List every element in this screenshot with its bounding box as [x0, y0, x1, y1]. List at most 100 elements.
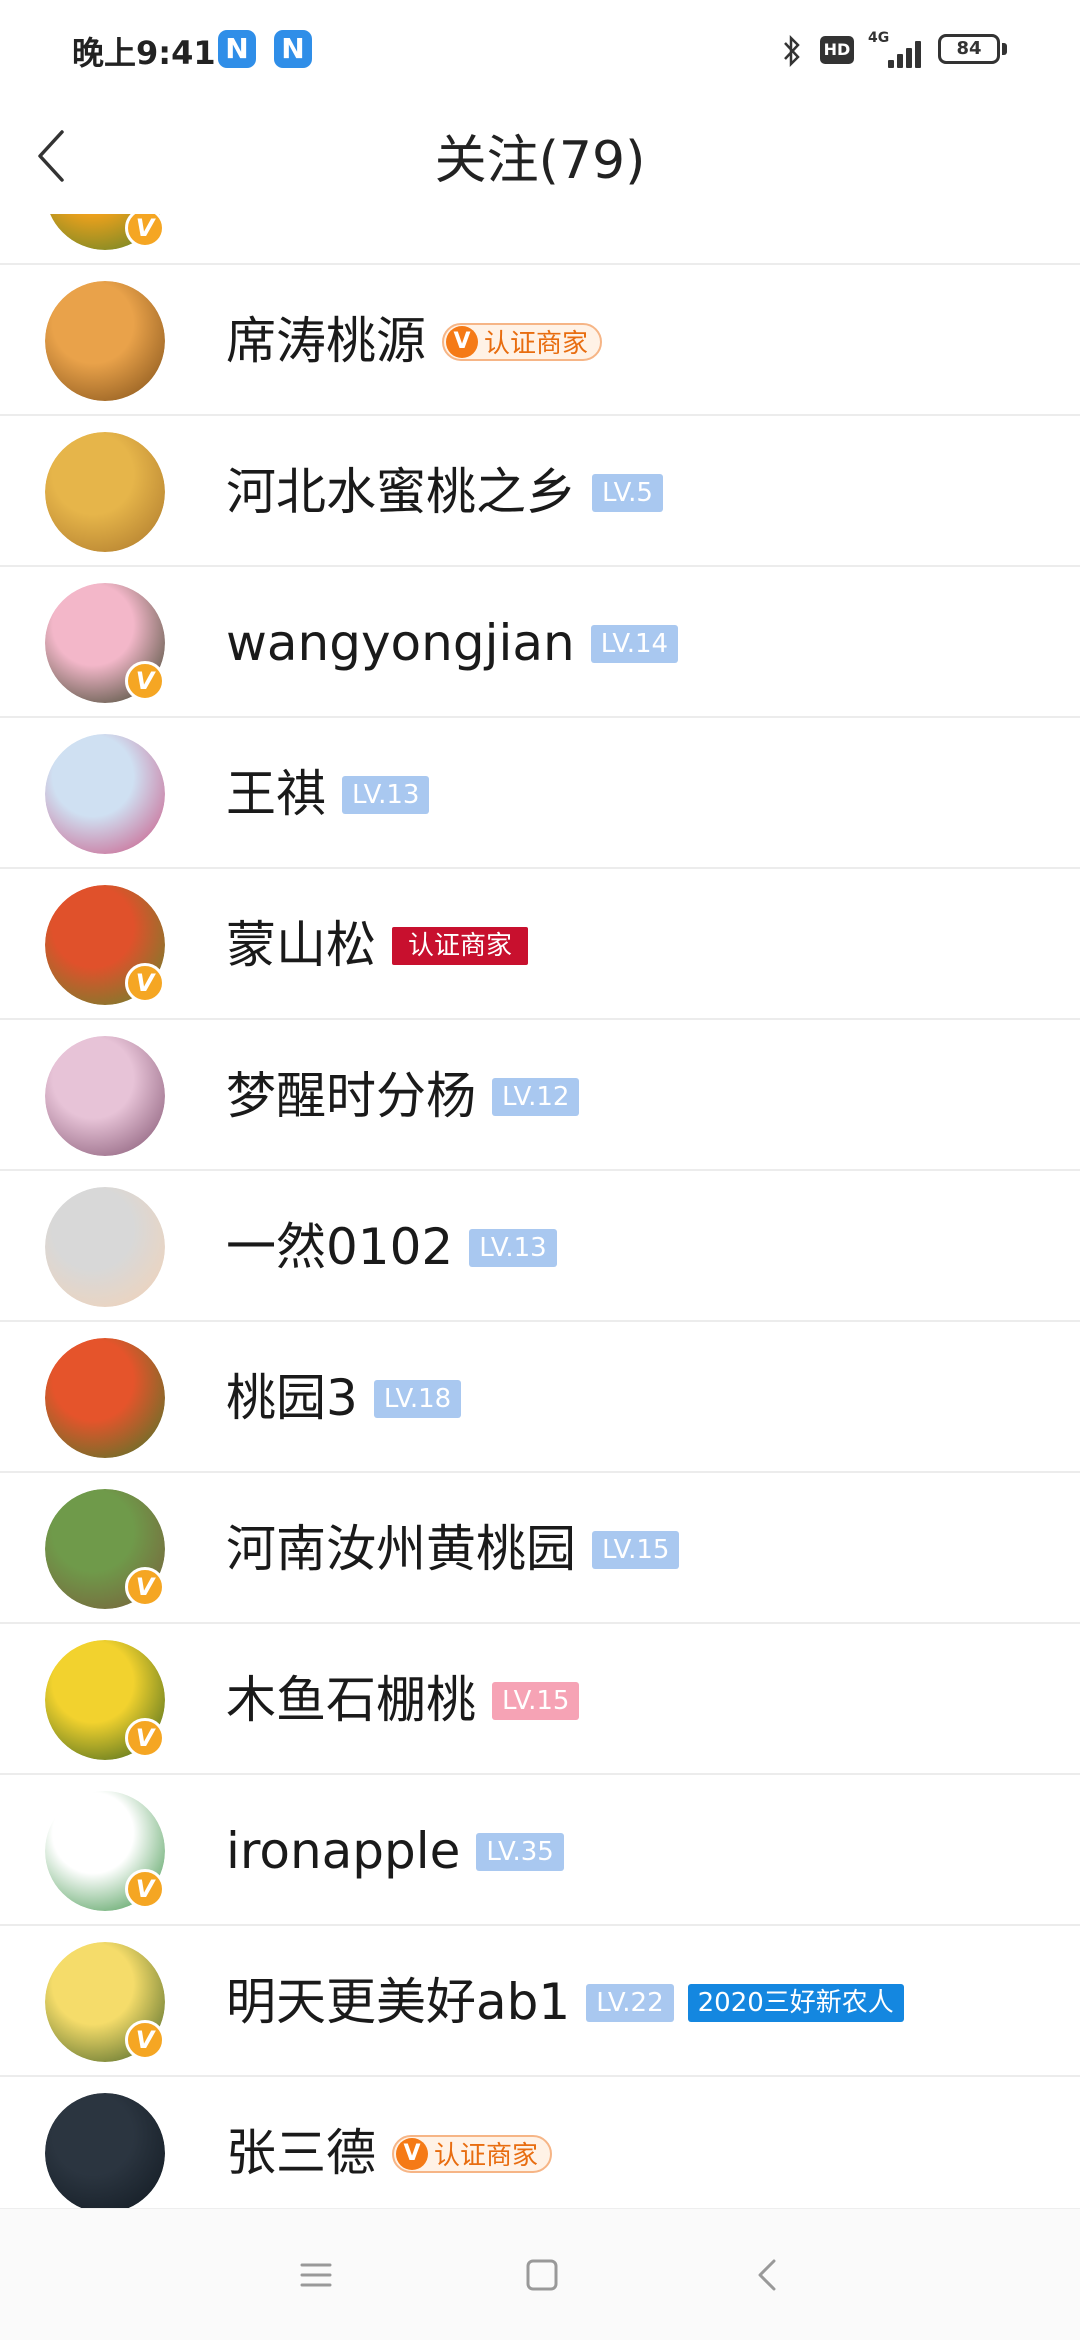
home-button[interactable]	[512, 2245, 572, 2305]
status-time: 晚上9:41	[72, 34, 216, 72]
user-tags: V 认证商家	[392, 2135, 566, 2175]
user-name: 明天更美好ab1	[226, 1973, 571, 2031]
signal-icon: 4G	[868, 30, 926, 70]
tag-label: 2020三好新农人	[697, 1988, 894, 2018]
status-bar: 晚上9:41 N N HD 4G 84	[0, 0, 1080, 96]
tag-label: LV.12	[502, 1082, 570, 1112]
level-badge: LV.22	[586, 1984, 674, 2022]
user-name: 桃园3	[226, 1369, 358, 1427]
user-name: 一然0102	[226, 1218, 454, 1276]
certified-merchant-badge: V 认证商家	[442, 323, 603, 361]
user-avatar[interactable]	[45, 1187, 165, 1307]
user-tags: LV.13	[469, 1229, 570, 1269]
certified-merchant-badge: V 认证商家	[392, 2135, 553, 2173]
tag-label: LV.15	[502, 1686, 570, 1716]
user-row[interactable]: 桃园3 LV.18	[0, 1322, 1080, 1473]
user-tags: LV.14	[590, 625, 692, 665]
user-name: 席涛桃源	[226, 312, 426, 370]
header: 关注(79)	[0, 96, 1080, 214]
user-tags: LV.15	[592, 1531, 693, 1571]
user-name: 河北水蜜桃之乡	[226, 463, 576, 521]
tag-label: LV.13	[352, 780, 420, 810]
tag-label: LV.14	[600, 629, 669, 659]
tag-label: LV.35	[486, 1837, 554, 1867]
user-name: 梦醒时分杨	[226, 1067, 476, 1125]
recent-apps-button[interactable]	[286, 2245, 346, 2305]
user-name: ironapple	[226, 1822, 461, 1880]
back-triangle-icon	[758, 2259, 776, 2291]
user-name: 闫震	[226, 214, 326, 220]
user-avatar[interactable]	[45, 2093, 165, 2213]
tag-label: LV.15	[602, 1535, 670, 1565]
tag-label: 认证商家	[434, 2141, 539, 2171]
user-avatar[interactable]	[45, 1036, 165, 1156]
bluetooth-icon	[784, 34, 800, 68]
user-tags: 认证商家	[392, 927, 542, 967]
user-row[interactable]: V 河南汝州黄桃园 LV.15	[0, 1473, 1080, 1624]
user-tags: LV.22 2020三好新农人	[586, 1984, 918, 2024]
user-name: wangyongjian	[226, 614, 575, 672]
user-name: 河南汝州黄桃园	[226, 1520, 576, 1578]
home-square-icon	[526, 2259, 558, 2291]
tag-label: LV.18	[383, 1384, 452, 1414]
user-row[interactable]: 一然0102 LV.13	[0, 1171, 1080, 1322]
user-row[interactable]: 王祺 LV.13	[0, 718, 1080, 869]
verified-badge-icon: V	[125, 661, 165, 701]
level-badge: LV.13	[469, 1229, 557, 1267]
user-name: 蒙山松	[226, 916, 376, 974]
tag-label: LV.13	[479, 1233, 547, 1263]
page-title: 关注(79)	[434, 131, 646, 191]
menu-icon	[300, 2263, 332, 2287]
user-row[interactable]: V闫震认证商家	[0, 214, 1080, 265]
award-badge: 2020三好新农人	[687, 1984, 904, 2022]
verified-v-icon: V	[446, 326, 478, 358]
level-badge: LV.14	[590, 625, 679, 663]
level-badge: LV.5	[592, 474, 663, 512]
user-row[interactable]: 梦醒时分杨 LV.12	[0, 1020, 1080, 1171]
verified-badge-icon: V	[125, 963, 165, 1003]
verified-badge-icon: V	[125, 1567, 165, 1607]
notification-app-icon: N	[274, 30, 312, 68]
system-back-button[interactable]	[738, 2245, 798, 2305]
user-row[interactable]: 席涛桃源 V 认证商家	[0, 265, 1080, 416]
user-tags: LV.18	[373, 1380, 475, 1420]
user-name: 木鱼石棚桃	[226, 1671, 476, 1729]
user-avatar[interactable]	[45, 432, 165, 552]
tag-label: LV.5	[602, 478, 653, 508]
tag-label: 认证商家	[484, 329, 589, 359]
verified-v-icon: V	[396, 2138, 428, 2170]
system-icons: HD 4G 84	[780, 30, 1020, 70]
level-badge: LV.15	[492, 1682, 580, 1720]
user-avatar[interactable]	[45, 1338, 165, 1458]
level-badge: LV.35	[476, 1833, 564, 1871]
user-row[interactable]: Vwangyongjian LV.14	[0, 567, 1080, 718]
verified-badge-icon: V	[125, 214, 165, 248]
verified-badge-icon: V	[125, 1869, 165, 1909]
user-name: 张三德	[226, 2124, 376, 2182]
user-row[interactable]: V 明天更美好ab1 LV.22 2020三好新农人	[0, 1926, 1080, 2077]
user-row[interactable]: V 蒙山松 认证商家	[0, 869, 1080, 1020]
verified-badge-icon: V	[125, 2020, 165, 2060]
tag-label: 认证商家	[408, 931, 513, 961]
level-badge: LV.18	[373, 1380, 462, 1418]
following-list-content: V闫震认证商家席涛桃源V认证商家河北水蜜桃之乡LV.5Vwangyongjian…	[0, 214, 1080, 2214]
navigation-bar	[0, 2208, 1080, 2340]
user-tags: LV.15	[492, 1682, 593, 1722]
following-list[interactable]: V闫震认证商家席涛桃源V认证商家河北水蜜桃之乡LV.5Vwangyongjian…	[0, 214, 1080, 2214]
user-tags: V 认证商家	[442, 323, 616, 363]
user-tags: LV.5	[592, 474, 677, 514]
user-row[interactable]: V 木鱼石棚桃 LV.15	[0, 1624, 1080, 1775]
level-badge: LV.12	[492, 1078, 580, 1116]
user-tags: LV.13	[342, 776, 443, 816]
verified-badge-icon: V	[125, 1718, 165, 1758]
certified-merchant-badge: 认证商家	[392, 927, 529, 965]
user-row[interactable]: 张三德 V 认证商家	[0, 2077, 1080, 2214]
user-tags: LV.35	[476, 1833, 577, 1873]
user-row[interactable]: Vironapple LV.35	[0, 1775, 1080, 1926]
level-badge: LV.13	[342, 776, 430, 814]
notification-app-icon: N	[218, 30, 256, 68]
user-avatar[interactable]	[45, 734, 165, 854]
user-row[interactable]: 河北水蜜桃之乡 LV.5	[0, 416, 1080, 567]
battery-icon: 84	[938, 34, 1000, 64]
user-avatar[interactable]	[45, 281, 165, 401]
